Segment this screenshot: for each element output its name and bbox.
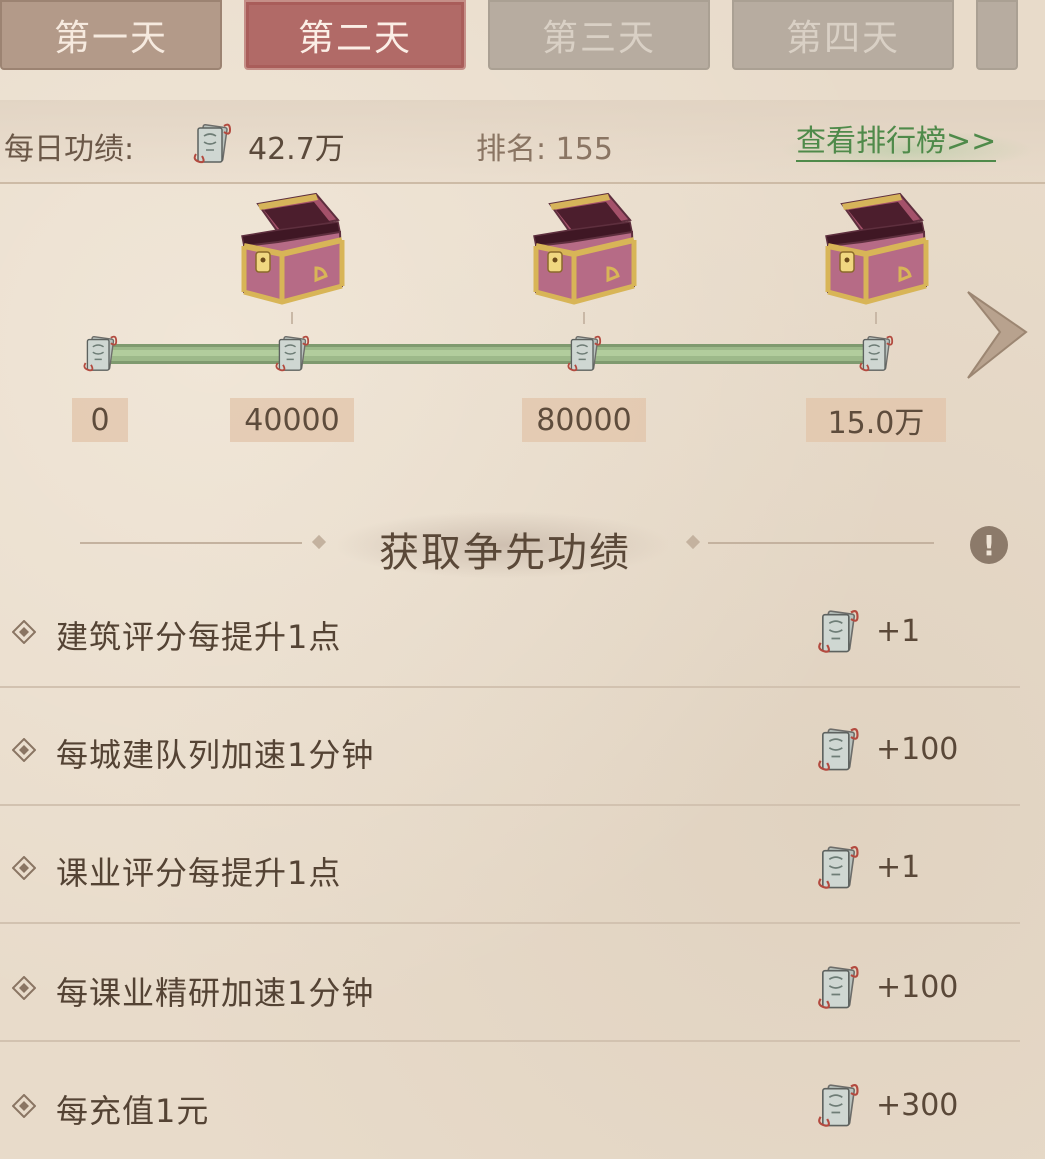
chest-tick (291, 312, 293, 324)
milestone-token-icon (858, 332, 894, 376)
tab-day-4[interactable]: 第四天 (732, 0, 954, 70)
milestone-token-icon (566, 332, 602, 376)
task-row: 每课业精研加速1分钟 +100 (0, 924, 1020, 1042)
milestone-token-icon (82, 332, 118, 376)
day-tabs: 第一天 第二天 第三天 第四天 (0, 0, 1045, 72)
progress-track (100, 344, 880, 364)
daily-merit-value: 42.7万 (248, 132, 345, 167)
task-reward: +300 (876, 1088, 959, 1123)
chevron-right-icon[interactable] (960, 286, 1032, 382)
task-reward: +100 (876, 732, 959, 767)
milestone-label: 0 (72, 398, 128, 442)
diamond-bullet-icon (12, 1094, 36, 1118)
tab-day-1[interactable]: 第一天 (0, 0, 222, 70)
task-row: 每充值1元 +300 (0, 1042, 1020, 1159)
task-reward: +1 (876, 850, 921, 885)
section-divider-right (708, 542, 934, 544)
task-row: 课业评分每提升1点 +1 (0, 806, 1020, 924)
treasure-chest-icon-2[interactable] (530, 192, 640, 312)
merit-token-icon (816, 606, 860, 658)
milestone-label: 40000 (230, 398, 354, 442)
milestone-label: 80000 (522, 398, 646, 442)
task-reward: +100 (876, 970, 959, 1005)
tab-day-2[interactable]: 第二天 (244, 0, 466, 70)
progress-fill (103, 350, 877, 356)
task-row: 建筑评分每提升1点 +1 (0, 570, 1020, 688)
milestone-label: 15.0万 (806, 398, 946, 442)
merit-token-icon (816, 724, 860, 776)
treasure-chest-icon-1[interactable] (238, 192, 348, 312)
diamond-bullet-icon (12, 976, 36, 1000)
task-label: 每课业精研加速1分钟 (56, 974, 375, 1012)
diamond-bullet-icon (12, 738, 36, 762)
merit-token-icon (816, 962, 860, 1014)
merit-token-icon (192, 120, 232, 168)
task-reward: +1 (876, 614, 921, 649)
task-row: 每城建队列加速1分钟 +100 (0, 688, 1020, 806)
diamond-bullet-icon (12, 856, 36, 880)
diamond-bullet-icon (12, 620, 36, 644)
task-label: 每城建队列加速1分钟 (56, 736, 375, 774)
merit-token-icon (816, 842, 860, 894)
tab-day-5-partial[interactable] (976, 0, 1018, 70)
daily-merit-label: 每日功绩: (4, 132, 135, 167)
tab-day-3[interactable]: 第三天 (488, 0, 710, 70)
task-label: 课业评分每提升1点 (56, 854, 342, 892)
section-divider-left (80, 542, 302, 544)
chest-tick (583, 312, 585, 324)
chest-tick (875, 312, 877, 324)
treasure-chest-icon-3[interactable] (822, 192, 932, 312)
task-label: 每充值1元 (56, 1092, 210, 1130)
milestone-token-icon (274, 332, 310, 376)
info-icon[interactable]: ! (970, 526, 1008, 564)
view-leaderboard-link[interactable]: 查看排行榜>> (796, 124, 997, 162)
rank-text: 排名: 155 (476, 132, 613, 167)
task-label: 建筑评分每提升1点 (56, 618, 342, 656)
merit-token-icon (816, 1080, 860, 1132)
